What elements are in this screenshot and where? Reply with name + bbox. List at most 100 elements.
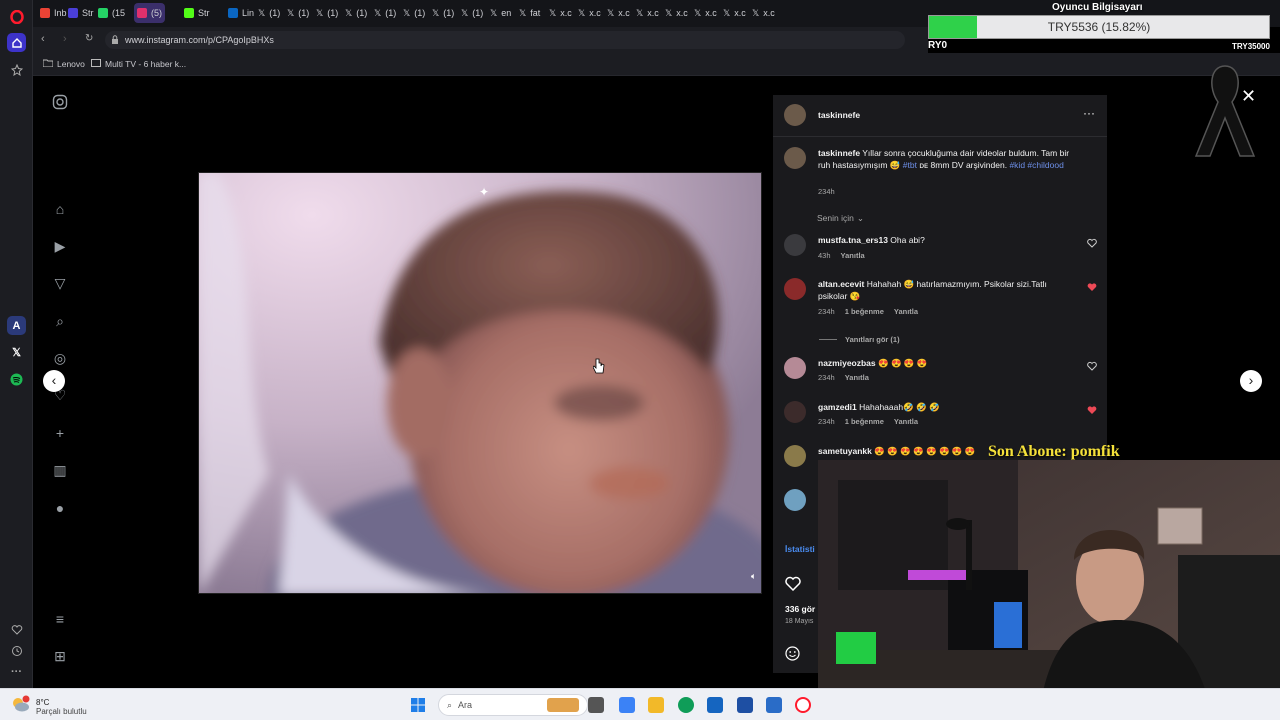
tab[interactable]: 𝕏x.c <box>575 3 604 23</box>
home-icon[interactable] <box>7 33 26 52</box>
like-icon[interactable] <box>1087 238 1097 248</box>
tab[interactable]: 𝕏 (1) <box>458 3 486 23</box>
likes-count[interactable]: 1 beğenme <box>845 307 884 316</box>
search-icon[interactable]: ⌕ <box>51 312 69 330</box>
comment-username[interactable]: altan.ecevit <box>818 279 864 289</box>
star-icon[interactable] <box>7 60 26 79</box>
aria-icon[interactable]: A <box>7 316 26 335</box>
opera-logo-icon[interactable] <box>7 7 26 26</box>
bookmark-lenovo[interactable]: Lenovo <box>42 59 85 69</box>
bookmark-multitv[interactable]: Multi TV - 6 haber k... <box>91 59 186 69</box>
avatar[interactable] <box>784 357 806 379</box>
more-options-icon[interactable]: ··· <box>1083 106 1095 120</box>
back-icon[interactable]: ‹ <box>41 33 45 45</box>
app-l-icon[interactable] <box>737 697 753 713</box>
post-author-username[interactable]: taskinnefe <box>818 109 1078 121</box>
reels-icon[interactable]: ▶ <box>51 237 69 255</box>
reply-button[interactable]: Yanıtla <box>841 251 865 260</box>
tab[interactable]: 𝕏 (1) <box>284 3 312 23</box>
avatar[interactable] <box>784 234 806 256</box>
avatar[interactable] <box>784 147 806 169</box>
heart-icon[interactable] <box>7 620 26 639</box>
comment-filter-dropdown[interactable]: Senin için ⌄ <box>817 213 864 224</box>
tab[interactable]: 𝕏en <box>487 3 514 23</box>
avatar[interactable] <box>784 278 806 300</box>
task-view-icon[interactable] <box>588 697 604 713</box>
comment-username[interactable]: mustfa.tna_ers13 <box>818 235 888 245</box>
windows-start-icon[interactable] <box>410 697 426 713</box>
avatar[interactable] <box>784 489 806 511</box>
history-icon[interactable] <box>7 641 26 660</box>
like-post-icon[interactable] <box>785 576 801 596</box>
avatar[interactable] <box>784 104 806 126</box>
tab[interactable]: 𝕏x.c <box>633 3 662 23</box>
tab[interactable]: 𝕏 (1) <box>400 3 428 23</box>
tab[interactable]: 𝕏x.c <box>662 3 691 23</box>
apps-icon[interactable]: ⊞ <box>51 647 69 665</box>
tab[interactable]: 𝕏fat <box>516 3 543 23</box>
tab[interactable]: 𝕏 (1) <box>429 3 457 23</box>
menu-icon[interactable]: ≡ <box>51 610 69 628</box>
taskbar-search[interactable]: ⌕ Ara <box>438 694 588 716</box>
comment-username[interactable]: nazmiyeozbas <box>818 358 876 368</box>
hashtag-link[interactable]: #kid <box>1009 160 1025 170</box>
tab[interactable]: 𝕏 (1) <box>255 3 283 23</box>
liked-heart-icon[interactable] <box>1087 282 1097 292</box>
comment-username[interactable]: gamzedi1 <box>818 402 857 412</box>
tab[interactable]: Lin <box>225 3 257 23</box>
tab[interactable]: 𝕏x.c <box>720 3 749 23</box>
caption-username[interactable]: taskinnefe <box>818 148 860 158</box>
avatar[interactable] <box>784 401 806 423</box>
tab[interactable]: Str <box>181 3 213 23</box>
x-twitter-icon[interactable]: 𝕏 <box>7 343 26 362</box>
view-replies-button[interactable]: Yanıtları gör (1) <box>819 335 900 344</box>
explore-icon[interactable]: ◎ <box>51 349 69 367</box>
tab[interactable]: 𝕏x.c <box>604 3 633 23</box>
dashboard-icon[interactable]: ▥ <box>51 461 69 479</box>
tab[interactable]: (15 <box>95 3 128 23</box>
spotify-icon[interactable] <box>7 370 26 389</box>
like-icon[interactable] <box>1087 361 1097 371</box>
notifications-icon[interactable]: ▽ <box>51 274 69 292</box>
store-icon[interactable] <box>707 697 723 713</box>
url-field[interactable]: www.instagram.com/p/CPAgoIpBHXs <box>105 31 905 49</box>
mail-icon[interactable] <box>766 697 782 713</box>
insights-link[interactable]: İstatisti <box>785 544 815 554</box>
edge-icon[interactable] <box>678 697 694 713</box>
next-post-button[interactable]: › <box>1240 370 1262 392</box>
avatar[interactable] <box>784 445 806 467</box>
post-video[interactable]: ✦ 🔈︎ <box>198 172 762 594</box>
likes-count[interactable]: 1 beğenme <box>845 417 884 426</box>
tab[interactable]: 𝕏x.c <box>749 3 778 23</box>
tab[interactable]: 𝕏 (1) <box>371 3 399 23</box>
instagram-logo-icon[interactable] <box>51 94 69 112</box>
weather-widget[interactable]: 8°C Parçalı bulutlu <box>10 695 87 718</box>
copilot-icon[interactable] <box>619 697 635 713</box>
hashtag-link[interactable]: #tbt <box>903 160 917 170</box>
comment-username[interactable]: sametuyankk <box>818 446 872 456</box>
more-icon[interactable]: ··· <box>7 662 26 681</box>
create-icon[interactable]: + <box>51 424 69 442</box>
forward-icon[interactable]: › <box>63 33 67 45</box>
tab[interactable]: 𝕏 (1) <box>342 3 370 23</box>
emoji-icon[interactable] <box>785 646 800 666</box>
goal-current-label: RY0 <box>928 40 948 51</box>
previous-post-button[interactable]: ‹ <box>43 370 65 392</box>
mute-icon[interactable]: 🔈︎ <box>751 571 756 582</box>
profile-avatar[interactable]: ● <box>51 499 69 517</box>
tab[interactable]: 𝕏 (1) <box>313 3 341 23</box>
reply-button[interactable]: Yanıtla <box>894 417 918 426</box>
tab[interactable]: Str <box>65 3 97 23</box>
tab-instagram-active[interactable]: (5) <box>134 3 165 23</box>
home-icon[interactable]: ⌂ <box>51 200 69 218</box>
reply-button[interactable]: Yanıtla <box>845 373 869 382</box>
opera-taskbar-icon[interactable] <box>795 697 811 713</box>
tab[interactable]: 𝕏x.c <box>546 3 575 23</box>
tab[interactable]: 𝕏x.c <box>691 3 720 23</box>
reload-icon[interactable]: ↻ <box>85 33 93 44</box>
x-icon: 𝕏 <box>607 7 615 18</box>
liked-heart-icon[interactable] <box>1087 405 1097 415</box>
hashtag-link[interactable]: #childood <box>1027 160 1063 170</box>
file-explorer-icon[interactable] <box>648 697 664 713</box>
reply-button[interactable]: Yanıtla <box>894 307 918 316</box>
